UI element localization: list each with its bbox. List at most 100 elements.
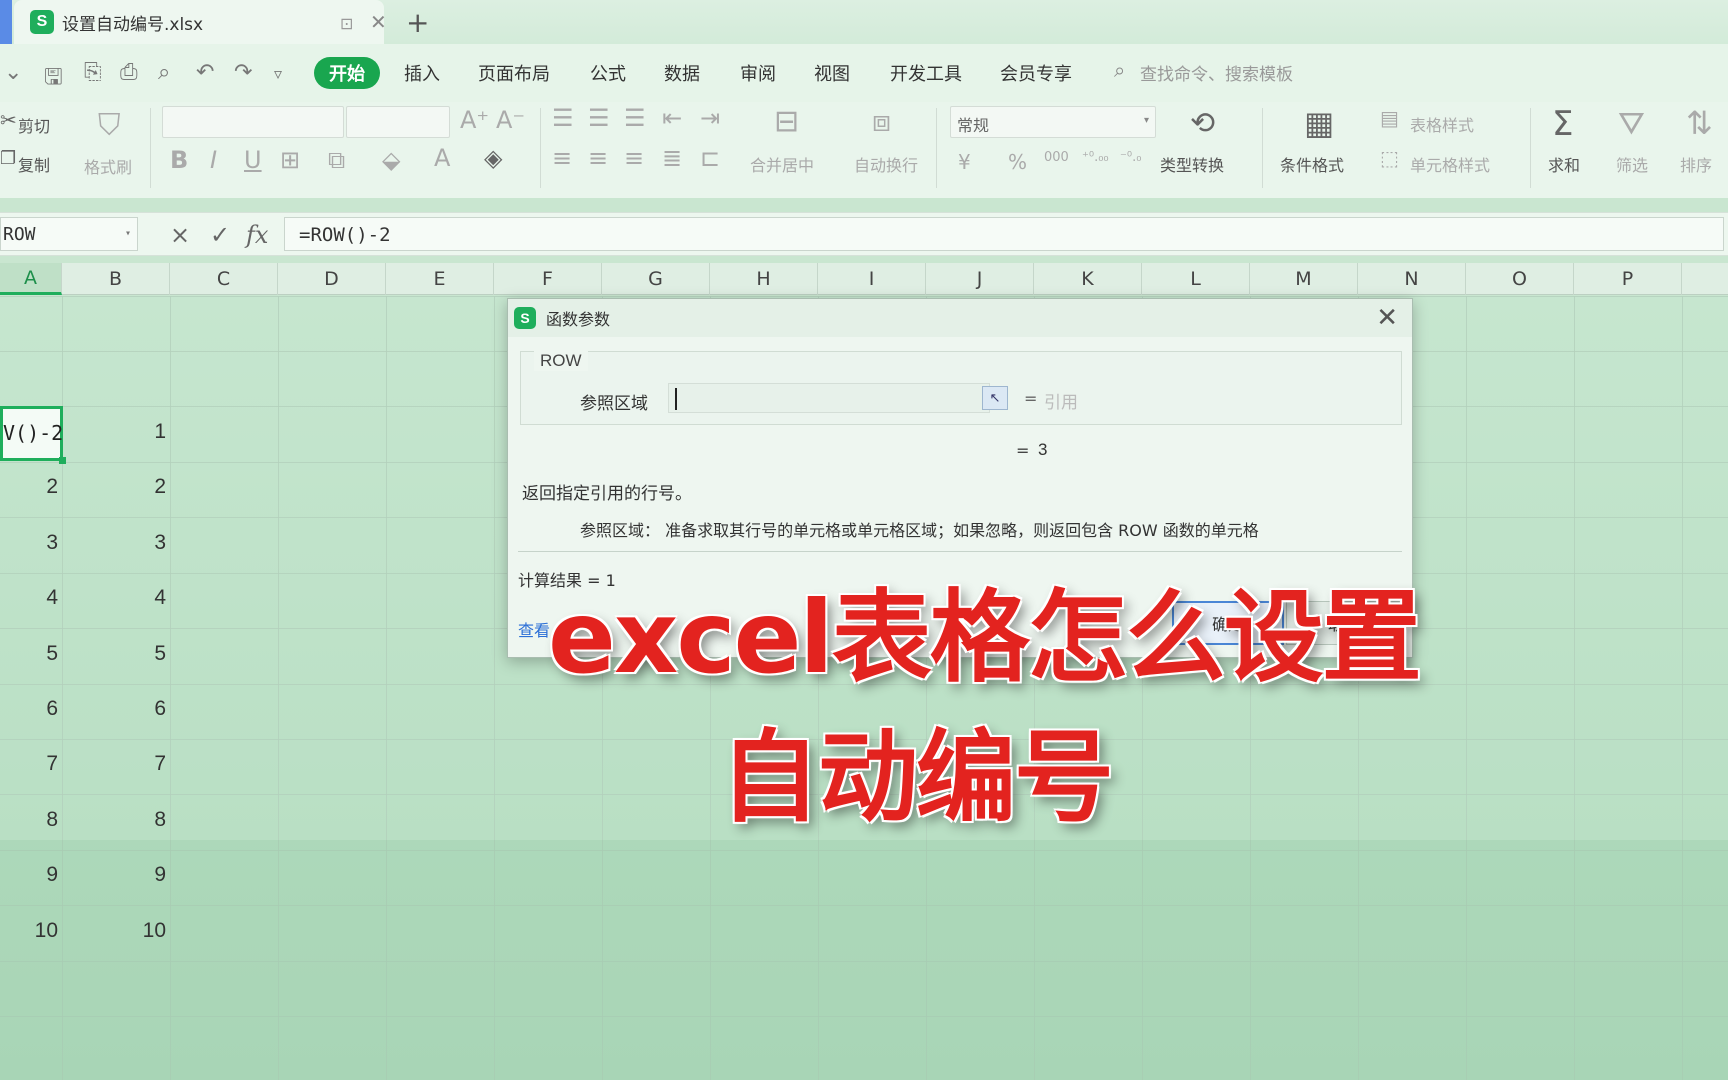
save-icon[interactable]: 🖫: [44, 60, 63, 98]
type-convert-button[interactable]: 类型转换: [1160, 152, 1224, 176]
cell-b[interactable]: 9: [62, 863, 166, 887]
menu-item-data[interactable]: 数据: [664, 60, 700, 86]
wrap-text-button[interactable]: 自动换行: [854, 152, 918, 176]
help-link[interactable]: 查看: [518, 617, 550, 641]
column-header-d[interactable]: D: [278, 263, 386, 295]
column-header-l[interactable]: L: [1142, 263, 1250, 295]
align-left-icon[interactable]: ≡: [552, 144, 572, 172]
column-header-j[interactable]: J: [926, 263, 1034, 295]
sort-button[interactable]: 排序: [1680, 152, 1712, 176]
cell-b[interactable]: 6: [62, 697, 166, 721]
name-box[interactable]: ROW ▾: [0, 217, 138, 251]
redo-icon[interactable]: ↷: [234, 60, 252, 85]
column-header-o[interactable]: O: [1466, 263, 1574, 295]
cell-b[interactable]: 10: [62, 919, 166, 943]
column-header-k[interactable]: K: [1034, 263, 1142, 295]
print-preview-icon[interactable]: ⌕: [158, 60, 170, 85]
menu-item-developer[interactable]: 开发工具: [890, 60, 962, 86]
table-style-button[interactable]: 表格样式: [1410, 112, 1474, 136]
align-center-icon[interactable]: ≡: [588, 144, 608, 172]
cell-a[interactable]: 8: [0, 808, 58, 832]
merge-center-button[interactable]: 合并居中: [750, 152, 814, 176]
cut-button[interactable]: 剪切: [18, 113, 50, 137]
cell-a[interactable]: 2: [0, 475, 58, 499]
cell-a[interactable]: 6: [0, 697, 58, 721]
range-select-icon[interactable]: ↖: [982, 386, 1008, 410]
undo-icon[interactable]: ↶: [196, 60, 214, 85]
column-header-e[interactable]: E: [386, 263, 494, 295]
print-icon[interactable]: ⎙: [120, 60, 138, 85]
clear-format-icon[interactable]: ◈: [484, 144, 502, 172]
font-size-select[interactable]: [346, 106, 450, 138]
chevron-down-icon[interactable]: ▾: [125, 228, 131, 239]
cell-a[interactable]: 5: [0, 642, 58, 666]
export-icon[interactable]: ⎘: [84, 60, 102, 85]
reference-input[interactable]: [668, 383, 990, 413]
font-shrink-button[interactable]: A⁻: [496, 106, 525, 134]
command-search-input[interactable]: 查找命令、搜索模板: [1140, 60, 1293, 85]
dialog-titlebar[interactable]: S 函数参数: [508, 299, 1412, 337]
decrease-decimal-button[interactable]: ⁻⁰.₀: [1120, 150, 1141, 165]
underline-button[interactable]: U: [244, 146, 262, 174]
cell-style-button[interactable]: 单元格样式: [1410, 152, 1490, 176]
conditional-format-button[interactable]: 条件格式: [1280, 152, 1344, 176]
active-cell[interactable]: V()-2: [0, 406, 66, 464]
fill-color-icon[interactable]: ⬙: [382, 146, 400, 174]
cell-b[interactable]: 7: [62, 752, 166, 776]
column-header-i[interactable]: I: [818, 263, 926, 295]
align-right-icon[interactable]: ≡: [624, 144, 644, 172]
cell-b[interactable]: 1: [62, 420, 166, 444]
confirm-formula-icon[interactable]: ✓: [210, 221, 230, 249]
bold-button[interactable]: B: [170, 146, 188, 174]
column-header-g[interactable]: G: [602, 263, 710, 295]
increase-decimal-button[interactable]: ⁺⁰.₀₀: [1082, 150, 1109, 165]
column-header-n[interactable]: N: [1358, 263, 1466, 295]
pin-icon[interactable]: ⊡: [340, 14, 353, 33]
cell-b[interactable]: 5: [62, 642, 166, 666]
format-painter-button[interactable]: 格式刷: [84, 154, 132, 178]
align-middle-icon[interactable]: ☰: [588, 104, 610, 132]
font-color-icon[interactable]: A: [434, 144, 450, 172]
cell-b[interactable]: 4: [62, 586, 166, 610]
cell-a[interactable]: 4: [0, 586, 58, 610]
menu-item-start[interactable]: 开始: [314, 57, 380, 89]
menu-item-member[interactable]: 会员专享: [1000, 60, 1072, 86]
menu-item-review[interactable]: 审阅: [740, 60, 776, 86]
align-top-icon[interactable]: ☰: [552, 104, 574, 132]
document-tab[interactable]: S 设置自动编号.xlsx ⊡ ✕: [14, 0, 387, 44]
menu-item-insert[interactable]: 插入: [404, 60, 440, 86]
insert-function-icon[interactable]: fx: [246, 221, 268, 249]
collapse-chevron-icon[interactable]: ⌄: [4, 60, 22, 85]
border-icon[interactable]: ⊞: [280, 146, 300, 174]
menu-item-formulas[interactable]: 公式: [590, 60, 626, 86]
cell-a[interactable]: 7: [0, 752, 58, 776]
formula-input[interactable]: =ROW()-2: [284, 217, 1724, 251]
close-tab-icon[interactable]: ✕: [370, 10, 387, 34]
column-header-p[interactable]: P: [1574, 263, 1682, 295]
align-bottom-icon[interactable]: ☰: [624, 104, 646, 132]
number-format-select[interactable]: 常规 ▾: [950, 106, 1156, 138]
cell-a[interactable]: 3: [0, 531, 58, 555]
column-header-f[interactable]: F: [494, 263, 602, 295]
search-icon[interactable]: ⌕: [1114, 58, 1125, 82]
font-family-select[interactable]: [162, 106, 344, 138]
column-header-a[interactable]: A: [0, 263, 62, 295]
column-header-h[interactable]: H: [710, 263, 818, 295]
thousands-button[interactable]: 000: [1044, 150, 1069, 165]
distribute-icon[interactable]: ⊏: [700, 144, 720, 172]
decrease-indent-icon[interactable]: ⇤: [662, 104, 682, 132]
column-header-m[interactable]: M: [1250, 263, 1358, 295]
sum-button[interactable]: 求和: [1548, 152, 1580, 176]
menu-item-view[interactable]: 视图: [814, 60, 850, 86]
copy-button[interactable]: 复制: [18, 152, 50, 176]
cell-b[interactable]: 8: [62, 808, 166, 832]
new-tab-button[interactable]: +: [406, 6, 429, 39]
filter-button[interactable]: 筛选: [1616, 152, 1648, 176]
currency-button[interactable]: ¥: [958, 150, 971, 174]
dialog-close-icon[interactable]: ✕: [1376, 303, 1398, 333]
cell-b[interactable]: 2: [62, 475, 166, 499]
menu-item-page-layout[interactable]: 页面布局: [478, 60, 550, 86]
column-header-b[interactable]: B: [62, 263, 170, 295]
cancel-formula-icon[interactable]: ×: [170, 221, 190, 249]
italic-button[interactable]: I: [210, 146, 217, 174]
